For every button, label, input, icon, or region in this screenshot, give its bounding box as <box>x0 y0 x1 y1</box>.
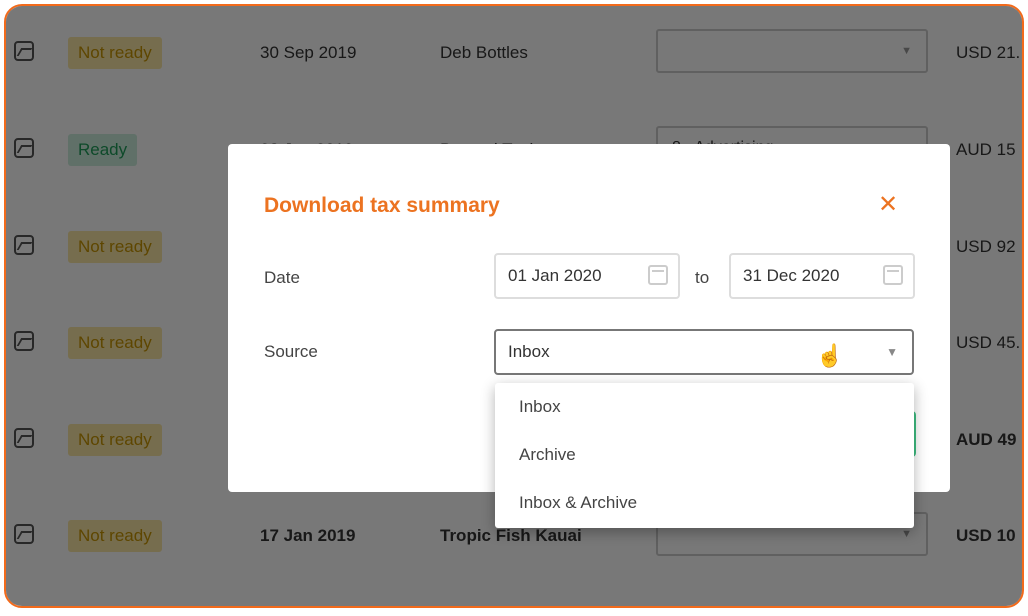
calendar-icon[interactable] <box>648 265 668 285</box>
source-option-inbox-archive[interactable]: Inbox & Archive <box>495 479 914 527</box>
date-to-input[interactable]: 31 Dec 2020 <box>729 253 915 299</box>
date-to-value: 31 Dec 2020 <box>743 266 840 285</box>
chevron-down-icon: ▼ <box>886 345 898 359</box>
date-label: Date <box>264 268 300 287</box>
source-dropdown-menu: Inbox Archive Inbox & Archive <box>495 383 914 528</box>
source-option-archive[interactable]: Archive <box>495 431 914 479</box>
date-to-label: to <box>695 268 710 287</box>
modal-title: Download tax summary <box>264 194 500 217</box>
source-value: Inbox <box>508 342 550 361</box>
source-select[interactable]: Inbox ☝ ▼ <box>494 329 914 375</box>
source-option-inbox[interactable]: Inbox <box>495 383 914 431</box>
date-from-input[interactable]: 01 Jan 2020 <box>494 253 680 299</box>
source-label: Source <box>264 342 318 361</box>
close-icon[interactable]: ✕ <box>878 190 898 219</box>
calendar-icon[interactable] <box>883 265 903 285</box>
hand-cursor-icon: ☝ <box>816 343 844 368</box>
date-from-value: 01 Jan 2020 <box>508 266 602 285</box>
